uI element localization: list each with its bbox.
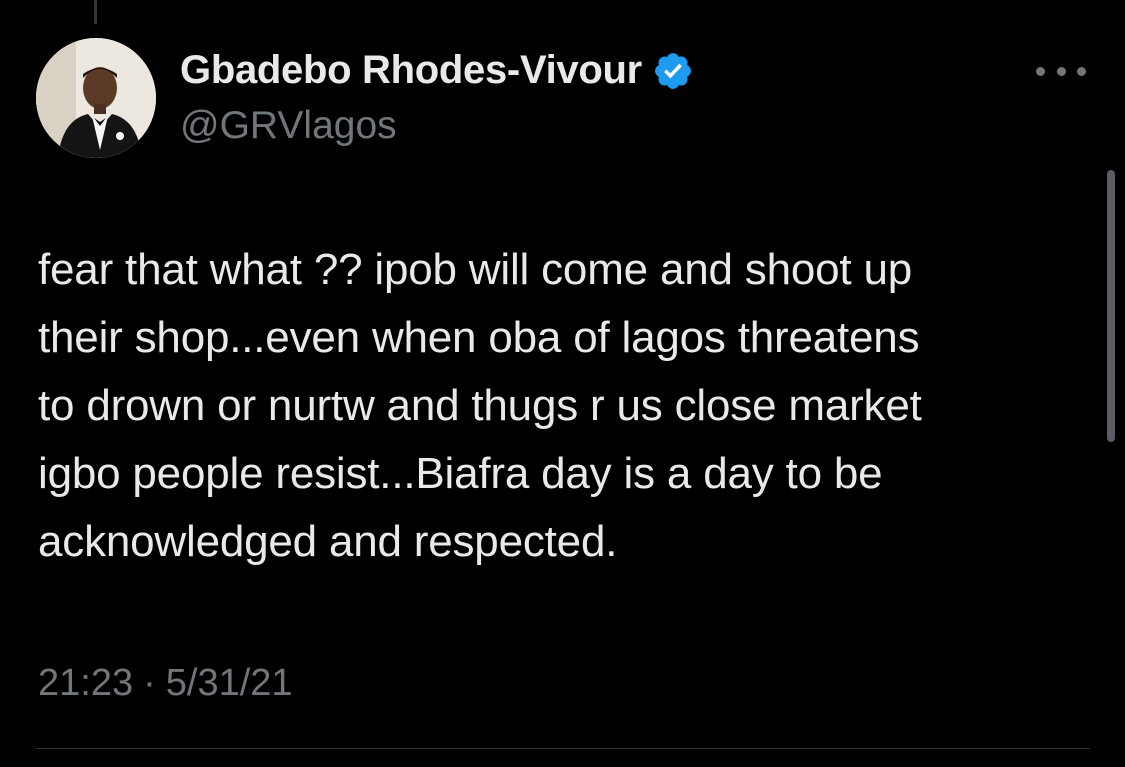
tweet-text-line: fear that what ?? ipob will come and sho… <box>38 245 912 294</box>
tweet-timestamp[interactable]: 21:23 · 5/31/21 <box>38 662 293 705</box>
tweet-text-line: acknowledged and respected. <box>38 517 618 566</box>
scrollbar[interactable] <box>1107 170 1115 442</box>
divider <box>36 748 1090 749</box>
more-options-icon[interactable] <box>1036 58 1086 84</box>
tweet-text-line: to drown or nurtw and thugs r us close m… <box>38 381 922 430</box>
avatar[interactable] <box>36 38 156 158</box>
profile-photo-icon <box>36 38 156 158</box>
dot-icon <box>1056 66 1066 76</box>
tweet-text-line: igbo people resist...Biafra day is a day… <box>38 449 883 498</box>
tweet-date: 5/31/21 <box>165 662 293 704</box>
thread-connector-line <box>94 0 97 24</box>
tweet-time: 21:23 <box>38 662 134 704</box>
tweet-text: fear that what ?? ipob will come and sho… <box>38 236 1098 576</box>
dot-icon <box>1036 66 1045 76</box>
dot-icon <box>1077 66 1086 76</box>
author-handle[interactable]: @GRVlagos <box>180 104 397 148</box>
timestamp-separator: · <box>143 662 156 704</box>
author-name-row: Gbadebo Rhodes-Vivour <box>180 48 694 93</box>
author-display-name[interactable]: Gbadebo Rhodes-Vivour <box>180 48 642 93</box>
tweet-text-line: their shop...even when oba of lagos thre… <box>38 313 920 362</box>
verified-badge-icon[interactable] <box>652 50 694 92</box>
